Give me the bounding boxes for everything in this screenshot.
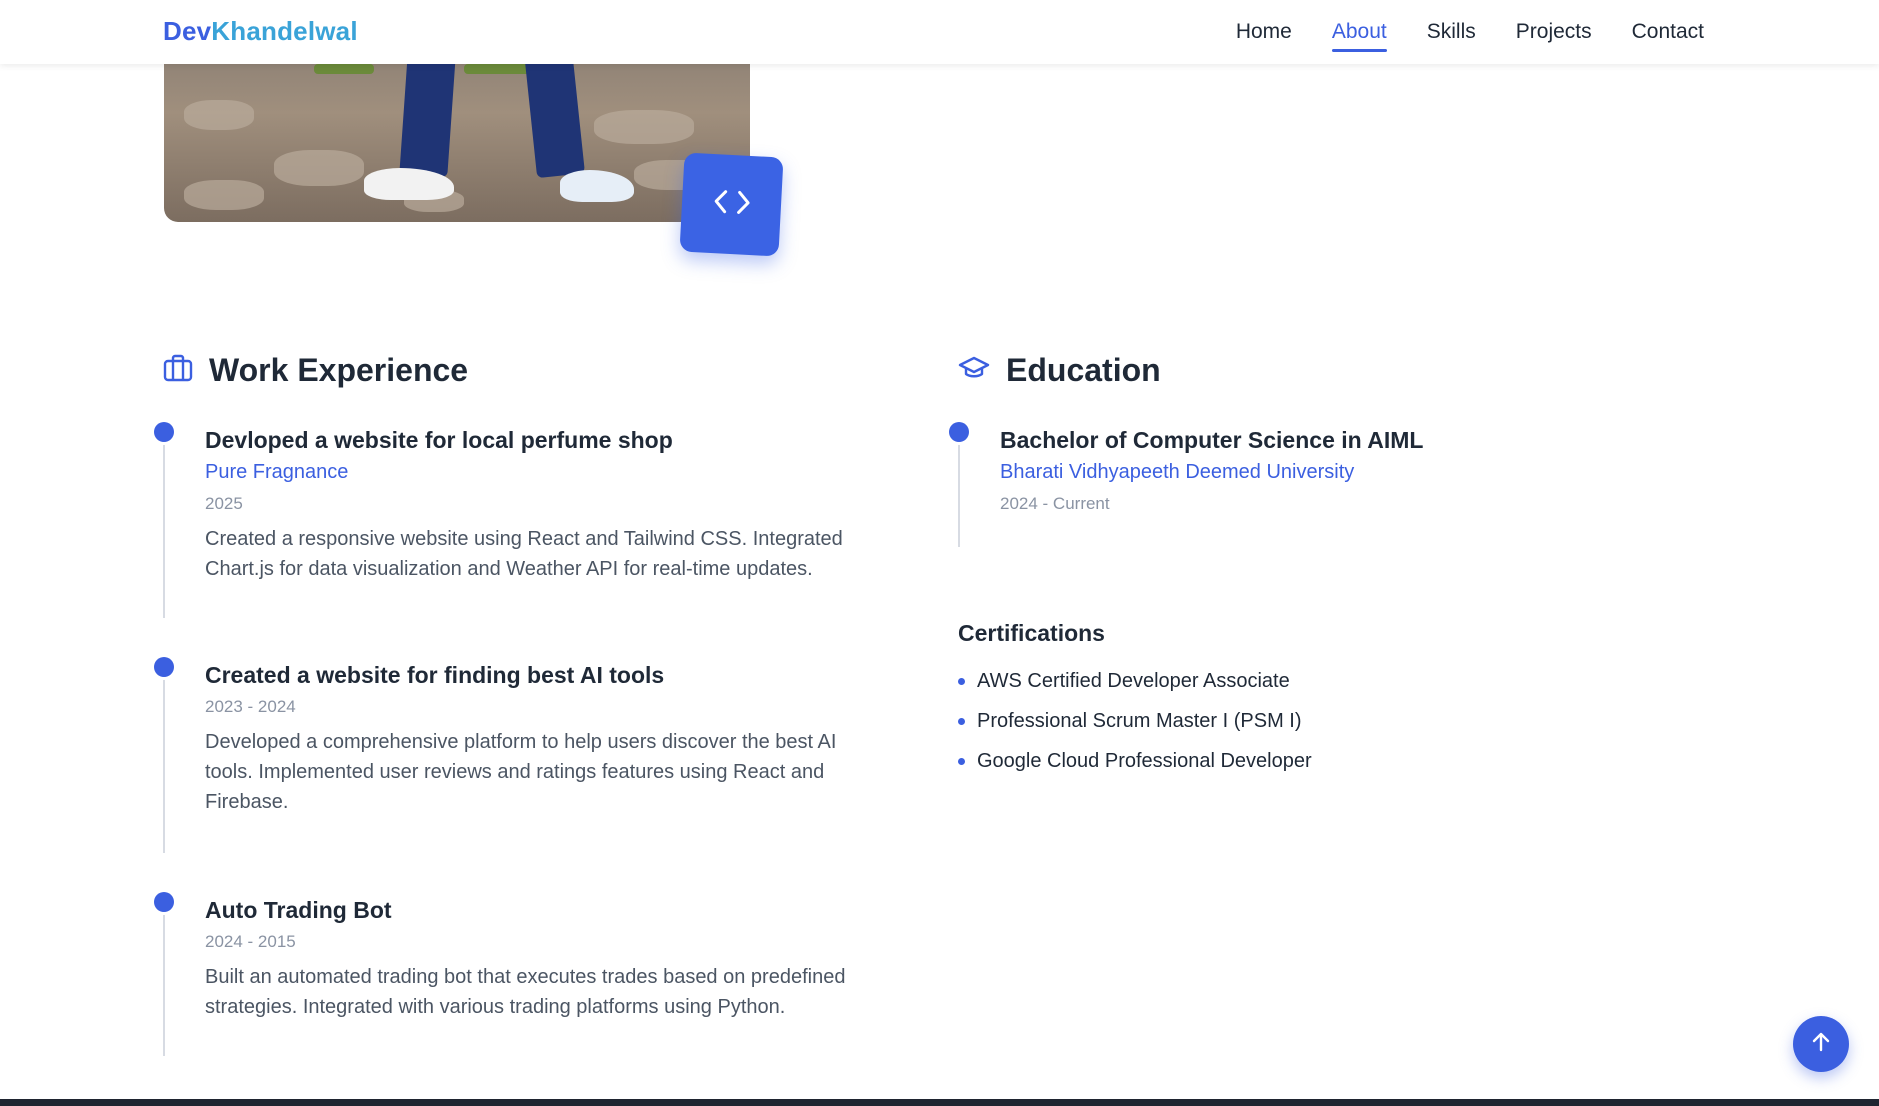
timeline-dot — [949, 422, 969, 442]
nav-about[interactable]: About — [1331, 14, 1387, 52]
profile-photo — [164, 40, 750, 222]
education-item-title: Bachelor of Computer Science in AIML — [1000, 427, 1424, 453]
work-item-desc-line: Developed a comprehensive platform to he… — [205, 731, 837, 753]
certification-label: AWS Certified Developer Associate — [977, 670, 1290, 692]
work-item-desc-line: Created a responsive website using React… — [205, 528, 843, 550]
work-item-desc-line: strategies. Integrated with various trad… — [205, 996, 786, 1018]
education-item-date: 2024 - Current — [1000, 494, 1110, 513]
work-item: Auto Trading Bot 2024 - 2015 Built an au… — [205, 895, 925, 1022]
timeline-line — [958, 432, 960, 547]
timeline-line — [163, 432, 165, 618]
certifications-heading: Certifications — [958, 620, 1105, 646]
code-badge — [679, 152, 784, 257]
timeline-dot — [154, 422, 174, 442]
work-item-desc-line: tools. Implemented user reviews and rati… — [205, 761, 825, 783]
timeline-line — [163, 667, 165, 853]
briefcase-icon — [163, 354, 193, 387]
logo-last: Khandelwal — [211, 16, 358, 46]
education-heading-text: Education — [1006, 352, 1161, 388]
work-heading-text: Work Experience — [209, 352, 469, 388]
logo-first: Dev — [163, 16, 212, 46]
certification-label: Google Cloud Professional Developer — [977, 750, 1312, 772]
work-item-desc: Built an automated trading bot that exec… — [205, 962, 925, 1022]
arrow-up-icon — [1810, 1031, 1832, 1058]
site-logo[interactable]: DevKhandelwal — [163, 16, 358, 47]
code-icon — [712, 186, 752, 223]
timeline-line — [163, 902, 165, 1056]
nav-projects[interactable]: Projects — [1516, 14, 1592, 50]
graduation-cap-icon — [958, 355, 990, 386]
scroll-to-top-button[interactable] — [1793, 1016, 1849, 1072]
footer-edge — [0, 1099, 1879, 1106]
work-item-desc: Developed a comprehensive platform to he… — [205, 727, 925, 817]
work-heading: Work Experience — [163, 352, 468, 389]
certifications-list: AWS Certified Developer Associate Profes… — [958, 661, 1312, 781]
bullet-icon — [958, 677, 965, 685]
work-item-title: Devloped a website for local perfume sho… — [205, 427, 673, 453]
bullet-icon — [958, 757, 965, 765]
work-item-title: Created a website for finding best AI to… — [205, 662, 665, 688]
main-nav: Home About Skills Projects Contact — [1236, 0, 1704, 64]
work-item-title: Auto Trading Bot — [205, 897, 392, 923]
certification-item: AWS Certified Developer Associate — [958, 661, 1312, 701]
work-item-desc: Created a responsive website using React… — [205, 524, 925, 584]
work-item-org[interactable]: Pure Fragnance — [205, 457, 925, 487]
education-item: Bachelor of Computer Science in AIML Bha… — [1000, 425, 1720, 518]
work-item-date: 2024 - 2015 — [205, 932, 296, 951]
work-item-date: 2023 - 2024 — [205, 697, 296, 716]
certification-label: Professional Scrum Master I (PSM I) — [977, 710, 1302, 732]
nav-skills[interactable]: Skills — [1427, 14, 1476, 50]
bullet-icon — [958, 717, 965, 725]
work-item: Created a website for finding best AI to… — [205, 660, 925, 817]
nav-contact[interactable]: Contact — [1632, 14, 1704, 50]
certification-item: Professional Scrum Master I (PSM I) — [958, 701, 1312, 741]
work-item-desc-line: Firebase. — [205, 791, 289, 813]
work-item-date: 2025 — [205, 494, 243, 513]
timeline-dot — [154, 892, 174, 912]
work-item-desc-line: Chart.js for data visualization and Weat… — [205, 558, 813, 580]
site-header: DevKhandelwal Home About Skills Projects… — [0, 0, 1879, 64]
certification-item: Google Cloud Professional Developer — [958, 741, 1312, 781]
education-heading: Education — [958, 352, 1161, 389]
nav-home[interactable]: Home — [1236, 14, 1292, 50]
education-item-org[interactable]: Bharati Vidhyapeeth Deemed University — [1000, 457, 1720, 487]
work-item-desc-line: Built an automated trading bot that exec… — [205, 966, 846, 988]
work-item: Devloped a website for local perfume sho… — [205, 425, 925, 584]
timeline-dot — [154, 657, 174, 677]
